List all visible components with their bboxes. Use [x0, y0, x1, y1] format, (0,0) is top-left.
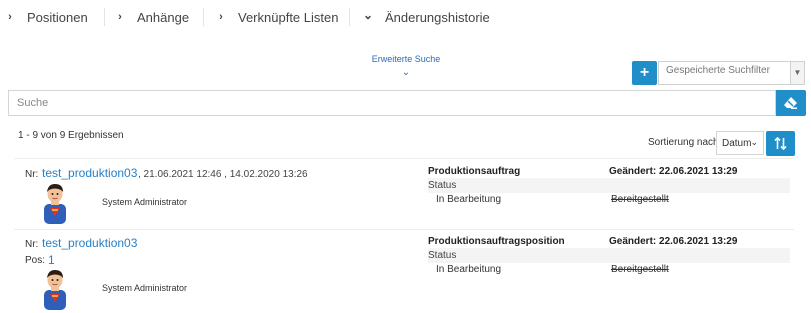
chevron-down-icon: ⌄: [401, 67, 411, 78]
pos-link[interactable]: 1: [48, 253, 55, 267]
row-divider: [14, 229, 794, 230]
tab-positionen[interactable]: › Positionen: [3, 0, 88, 34]
field-row-bg: [428, 248, 790, 263]
chevron-right-icon: ›: [118, 11, 122, 23]
search-input[interactable]: [8, 90, 776, 116]
changed-timestamp: Geändert: 22.06.2021 13:29: [609, 166, 738, 177]
old-value: Bereitgestellt: [611, 194, 669, 205]
entry-dates: , 21.06.2021 12:46 , 14.02.2020 13:26: [138, 169, 308, 180]
chevron-right-icon: ›: [8, 11, 12, 23]
sort-direction-icon: [774, 137, 787, 150]
row-divider: [14, 158, 794, 159]
avatar: [44, 184, 66, 224]
nr-label: Nr:: [25, 169, 39, 180]
object-type: Produktionsauftrag: [428, 166, 521, 177]
chevron-down-icon: ⌄: [362, 8, 374, 22]
avatar: [44, 270, 66, 310]
tab-label: Anhänge: [137, 9, 190, 25]
user-name: System Administrator: [102, 197, 188, 207]
result-count: 1 - 9 von 9 Ergebnissen: [18, 130, 124, 141]
nr-link[interactable]: test_produktion03: [42, 166, 137, 180]
eraser-icon: [784, 97, 797, 109]
tab-verknuepfte-listen[interactable]: › Verknüpfte Listen: [214, 0, 338, 34]
sort-direction-button[interactable]: [766, 131, 795, 156]
field-row-bg: [428, 178, 790, 193]
user-name: System Administrator: [102, 283, 188, 293]
new-value: In Bearbeitung: [436, 194, 502, 205]
tab-label: Positionen: [27, 9, 88, 25]
extended-search-toggle[interactable]: Erweiterte Suche ⌄: [360, 54, 452, 79]
tab-divider: [104, 8, 105, 26]
caret-down-icon: ▼: [790, 62, 804, 84]
sort-label: Sortierung nach: [648, 137, 719, 148]
tab-aenderungshistorie[interactable]: ⌄ Änderungshistorie: [361, 0, 490, 34]
saved-filter-select[interactable]: Gespeicherte Suchfilter ▼: [658, 61, 805, 85]
field-name: Status: [428, 250, 457, 261]
tab-divider: [203, 8, 204, 26]
chevron-right-icon: ›: [219, 11, 223, 23]
add-saved-filter-button[interactable]: +: [632, 61, 657, 85]
pos-label: Pos:: [25, 255, 46, 266]
old-value: Bereitgestellt: [611, 264, 669, 275]
tab-divider: [349, 8, 350, 26]
sort-value: Datum: [722, 138, 752, 149]
tab-label: Änderungshistorie: [385, 9, 490, 25]
extended-search-label: Erweiterte Suche: [371, 54, 441, 64]
section-tabbar: › Positionen › Anhänge › Verknüpfte List…: [0, 0, 811, 34]
saved-filter-placeholder: Gespeicherte Suchfilter: [666, 65, 770, 76]
object-type: Produktionsauftragsposition: [428, 236, 565, 247]
nr-label: Nr:: [25, 239, 39, 250]
tab-label: Verknüpfte Listen: [238, 9, 339, 25]
chevron-down-icon: ⌄: [750, 137, 758, 147]
clear-search-button[interactable]: [776, 90, 806, 116]
sort-select[interactable]: Datum ⌄: [716, 131, 764, 155]
new-value: In Bearbeitung: [436, 264, 502, 275]
changed-timestamp: Geändert: 22.06.2021 13:29: [609, 236, 738, 247]
tab-anhaenge[interactable]: › Anhänge: [113, 0, 189, 34]
field-name: Status: [428, 180, 457, 191]
nr-link[interactable]: test_produktion03: [42, 236, 137, 250]
